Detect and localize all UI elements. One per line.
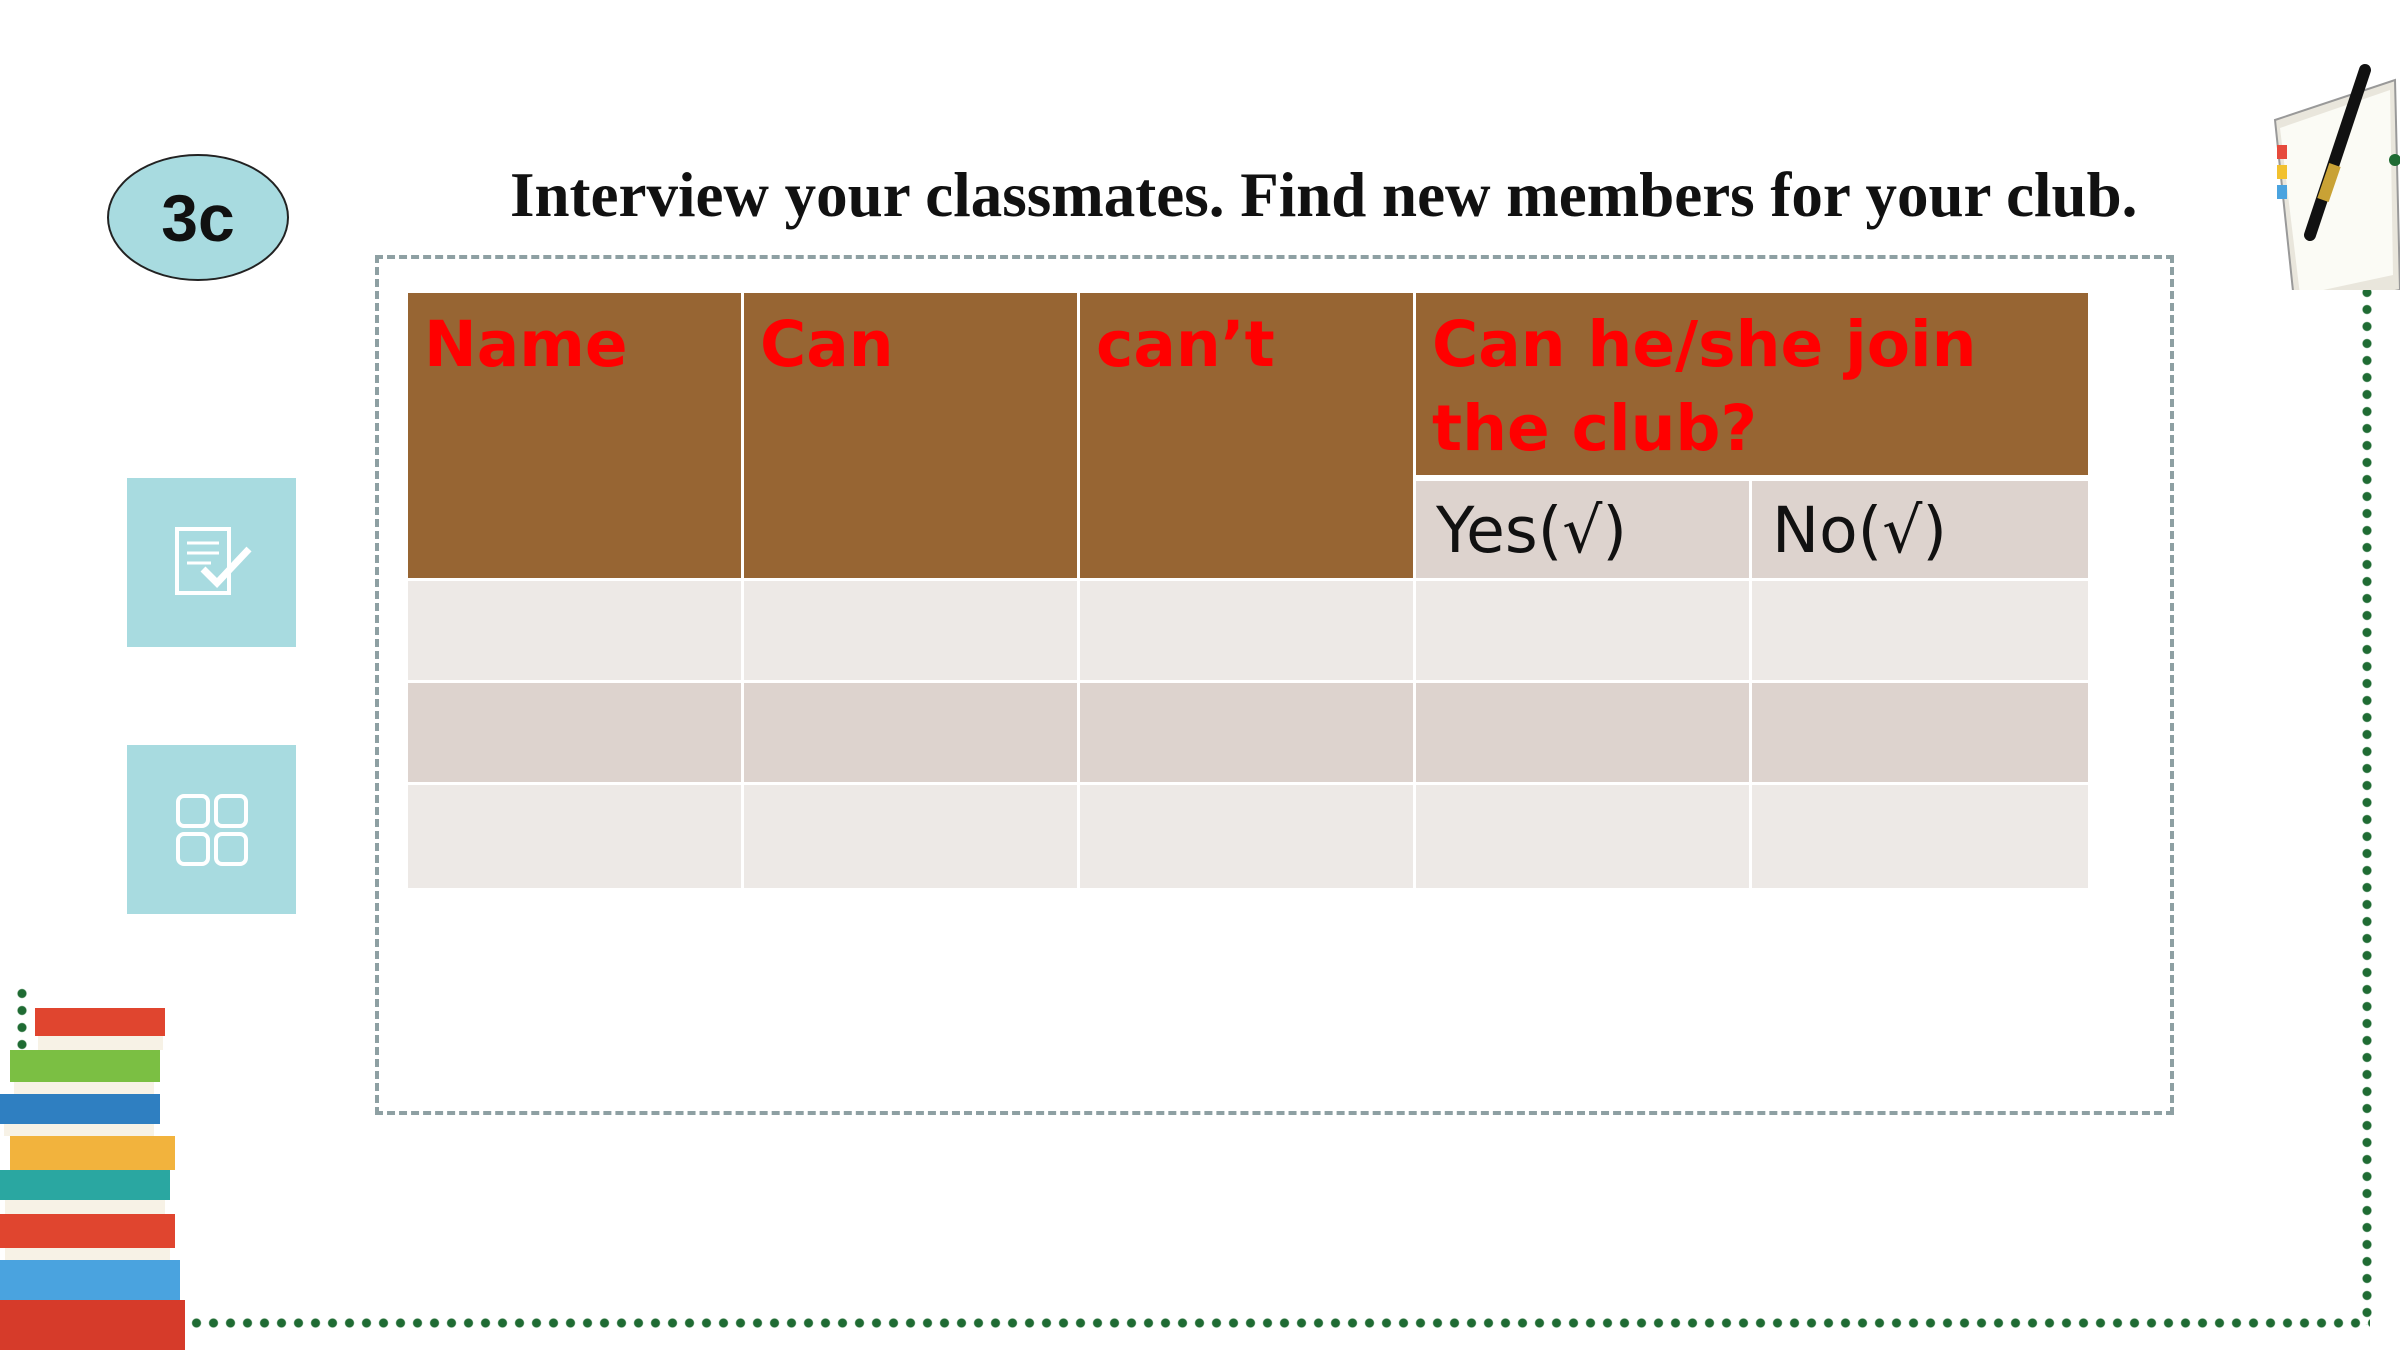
grid-icon <box>175 793 248 866</box>
slide: 3c Interview your classmates. Find new m… <box>0 0 2400 1350</box>
header-cant: can’t <box>1080 293 1413 578</box>
subheader-yes: Yes(√) <box>1416 481 1749 578</box>
table-cell <box>1752 581 2088 680</box>
table-cell <box>1752 683 2088 782</box>
table-cell <box>1416 683 1749 782</box>
section-badge: 3c <box>107 154 289 281</box>
header-join-club: Can he/she join the club? <box>1416 293 2088 475</box>
page-title: Interview your classmates. Find new memb… <box>510 160 2138 230</box>
table-cell <box>1416 581 1749 680</box>
section-badge-label: 3c <box>161 180 235 255</box>
checklist-button[interactable] <box>127 478 296 647</box>
table-cell <box>1080 785 1413 888</box>
dotted-border-bottom <box>120 1317 2370 1329</box>
table-cell <box>1080 683 1413 782</box>
table-cell <box>744 581 1077 680</box>
book-stack-illustration <box>0 1008 185 1350</box>
table-cell <box>744 785 1077 888</box>
table-cell <box>408 785 741 888</box>
subheader-no: No(√) <box>1752 481 2088 578</box>
interview-table: Name Can can’t Can he/she join the club?… <box>408 293 2088 888</box>
table-cell <box>1752 785 2088 888</box>
dotted-border-right <box>2361 250 2373 1325</box>
header-name: Name <box>408 293 741 578</box>
table-cell <box>1416 785 1749 888</box>
table-cell <box>1080 581 1413 680</box>
table-cell <box>744 683 1077 782</box>
table-cell <box>408 581 741 680</box>
grid-button[interactable] <box>127 745 296 914</box>
table-cell <box>408 683 741 782</box>
notebook-pen-illustration <box>2273 64 2400 290</box>
header-can: Can <box>744 293 1077 578</box>
checklist-icon <box>174 526 252 595</box>
